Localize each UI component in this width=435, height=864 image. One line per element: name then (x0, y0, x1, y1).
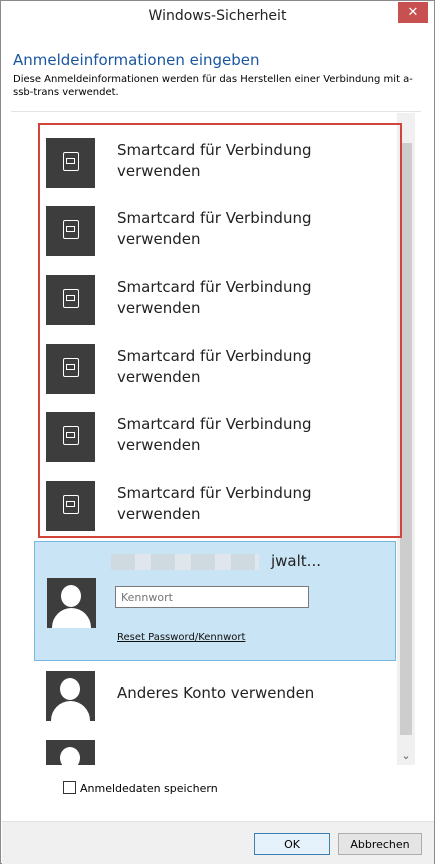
password-input[interactable] (115, 586, 309, 608)
smartcard-icon (46, 412, 95, 462)
dialog-description: Diese Anmeldeinformationen werden für da… (13, 74, 413, 98)
smartcard-option[interactable]: Smartcard für Verbindung verwenden (46, 477, 396, 537)
close-icon: ✕ (407, 5, 419, 20)
smartcard-label: Smartcard für Verbindung verwenden (117, 415, 312, 454)
smartcard-icon (46, 275, 95, 325)
dialog-heading: Anmeldeinformationen eingeben (13, 51, 260, 69)
smartcard-label: Smartcard für Verbindung verwenden (117, 347, 312, 386)
smartcard-option[interactable]: Smartcard für Verbindung verwenden (46, 202, 396, 262)
other-account-option[interactable]: Anderes Konto verwenden (117, 684, 314, 702)
user-avatar-icon (46, 740, 95, 765)
scrollbar-thumb[interactable] (400, 143, 412, 735)
list-scrollbar[interactable]: ⌄ (397, 113, 415, 765)
smartcard-option[interactable]: Smartcard für Verbindung verwenden (46, 271, 396, 331)
redacted-username (111, 554, 259, 570)
ok-button[interactable]: OK (254, 833, 330, 855)
user-avatar-icon (46, 671, 95, 721)
dialog-header: Anmeldeinformationen eingeben Diese Anme… (11, 37, 421, 112)
chevron-down-icon[interactable]: ⌄ (399, 749, 413, 762)
reset-password-link[interactable]: Reset Password/Kennwort (117, 632, 245, 643)
button-bar: OK Abbrechen (2, 821, 434, 864)
save-credentials-label: Anmeldedaten speichern (80, 782, 218, 795)
title-bar: Windows-Sicherheit ✕ (1, 1, 434, 31)
smartcard-icon (46, 206, 95, 256)
smartcard-icon (46, 138, 95, 188)
smartcard-icon (46, 344, 95, 394)
security-dialog: Windows-Sicherheit ✕ Anmeldeinformatione… (0, 0, 435, 864)
cancel-button[interactable]: Abbrechen (338, 833, 422, 855)
save-credentials-checkbox[interactable]: Anmeldedaten speichern (63, 781, 218, 795)
account-username: jwalt... (271, 552, 321, 570)
smartcard-label: Smartcard für Verbindung verwenden (117, 278, 312, 317)
smartcard-label: Smartcard für Verbindung verwenden (117, 209, 312, 248)
smartcard-option[interactable]: Smartcard für Verbindung verwenden (46, 408, 396, 468)
smartcard-option[interactable]: Smartcard für Verbindung verwenden (46, 134, 396, 194)
user-avatar-icon (47, 578, 96, 628)
smartcard-label: Smartcard für Verbindung verwenden (117, 141, 312, 180)
smartcard-icon (46, 481, 95, 531)
selected-account-tile[interactable]: jwalt... Reset Password/Kennwort (34, 541, 396, 661)
smartcard-label: Smartcard für Verbindung verwenden (117, 484, 312, 523)
close-button[interactable]: ✕ (398, 2, 428, 23)
window-title: Windows-Sicherheit (148, 8, 287, 24)
smartcard-option[interactable]: Smartcard für Verbindung verwenden (46, 340, 396, 400)
checkbox-box[interactable] (63, 781, 76, 794)
